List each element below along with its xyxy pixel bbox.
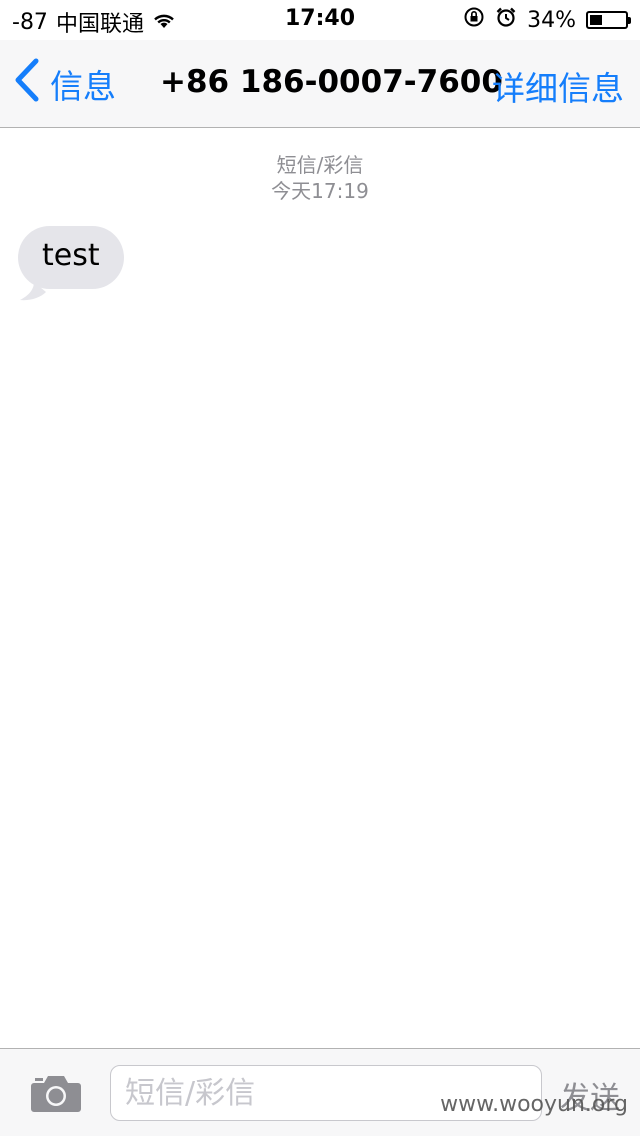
orientation-lock-icon — [463, 6, 485, 34]
incoming-message[interactable]: test — [18, 226, 124, 301]
camera-icon — [30, 1076, 82, 1117]
conversation-area[interactable]: 短信/彩信 今天17:19 test — [0, 128, 640, 1048]
camera-button[interactable] — [30, 1073, 82, 1117]
message-timestamp: 今天17:19 — [271, 179, 369, 203]
back-button[interactable]: 信息 — [14, 58, 116, 110]
back-label: 信息 — [50, 67, 116, 106]
battery-percent: 34% — [527, 7, 576, 33]
status-right: 34% — [463, 6, 631, 34]
watermark-text: www.wooyun.org — [440, 1092, 628, 1117]
details-button[interactable]: 详细信息 — [492, 62, 624, 110]
messages-screen: -87 中国联通 17:40 34% 信息 +86 186-0007-7600 … — [0, 0, 640, 1136]
chevron-left-icon — [14, 58, 40, 110]
message-meta: 短信/彩信 今天17:19 — [0, 152, 640, 204]
nav-bar: 信息 +86 186-0007-7600 详细信息 — [0, 40, 640, 128]
status-bar: -87 中国联通 17:40 34% — [0, 0, 640, 40]
battery-level-fill — [590, 15, 602, 25]
message-bubble: test — [18, 226, 124, 289]
contact-title: +86 186-0007-7600 — [160, 64, 503, 100]
battery-icon — [586, 11, 631, 29]
alarm-icon — [495, 6, 517, 34]
message-type-label: 短信/彩信 — [276, 153, 364, 177]
